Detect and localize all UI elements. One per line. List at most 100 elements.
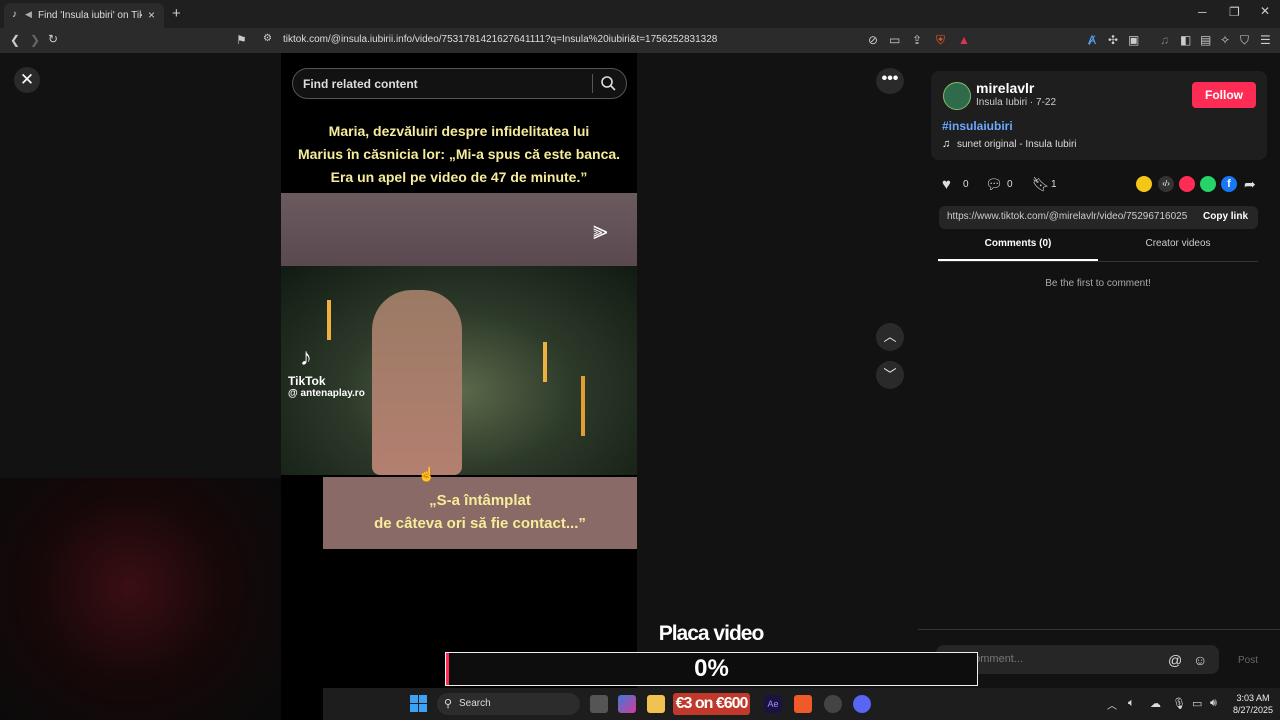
copy-link-button[interactable]: Copy link — [1203, 211, 1248, 222]
emoji-icon[interactable]: ☺ — [1193, 652, 1207, 668]
vpn-icon[interactable]: ⛉ — [1240, 33, 1249, 48]
extensions-icon[interactable]: ✣ — [1108, 33, 1118, 47]
caption-line: „S-a întâmplat — [429, 492, 531, 509]
tab-close-icon[interactable]: × — [148, 8, 155, 22]
more-icon[interactable]: ••• — [876, 68, 904, 94]
clock-date[interactable]: 8/27/2025 — [1230, 705, 1276, 715]
media-icon[interactable]: ♫ — [1160, 33, 1169, 47]
share-icon[interactable]: ➦ — [1244, 176, 1256, 193]
chevron-up-icon[interactable]: ︿ — [876, 323, 904, 351]
comment-divider — [918, 629, 1280, 630]
tabs-icon[interactable]: ▤ — [1200, 33, 1211, 47]
creator-subline: Insula Iubiri · 7-22 — [976, 97, 1057, 108]
file-explorer-icon[interactable] — [647, 695, 665, 713]
mic-icon[interactable]: 🎙︎ — [1172, 697, 1186, 710]
whatsapp-icon[interactable] — [1200, 176, 1216, 192]
brave-rewards-icon[interactable]: ▲ — [958, 33, 970, 47]
window-close-icon[interactable]: ✕ — [1260, 4, 1270, 18]
wallet-icon[interactable]: ▣ — [1128, 33, 1139, 47]
task-view-icon[interactable] — [590, 695, 608, 713]
copilot-icon[interactable] — [618, 695, 636, 713]
tab-comments[interactable]: Comments (0) — [938, 238, 1098, 249]
menu-icon[interactable]: ☰ — [1260, 33, 1271, 47]
tray-chevron-icon[interactable]: ︿ — [1107, 697, 1117, 712]
chevron-down-icon[interactable]: ﹀ — [876, 361, 904, 389]
brave-browser-icon[interactable] — [794, 695, 812, 713]
like-count: 0 — [963, 179, 969, 190]
after-effects-icon[interactable]: Ae — [764, 695, 782, 713]
music-icon: ♫ — [942, 138, 951, 150]
display-icon[interactable]: ▭ — [1192, 697, 1202, 710]
audio-icon: ◀ — [25, 9, 32, 19]
taskbar-search[interactable]: ⚲ Search — [437, 693, 580, 715]
url-text[interactable]: tiktok.com/@insula.iubirii.info/video/75… — [283, 34, 717, 45]
search-icon: ⚲ — [444, 698, 453, 710]
empty-comments-text: Be the first to comment! — [1045, 278, 1151, 289]
video-frame-band: ⫸ — [281, 193, 637, 266]
progress-text: 0% — [694, 655, 729, 682]
search-icon[interactable] — [600, 75, 616, 91]
close-icon[interactable]: ✕ — [14, 67, 40, 93]
windows-start-icon[interactable] — [410, 695, 427, 712]
brave-shield-icon[interactable]: ⛨ — [936, 33, 945, 48]
save-count: 1 — [1051, 179, 1057, 190]
cursor-icon: ☝ — [418, 466, 436, 482]
video-caption-top: Maria, dezvăluiri despre infidelitatea l… — [281, 120, 637, 189]
video-caption-bottom: „S-a întâmplat de câteva ori să fie cont… — [323, 489, 637, 535]
discord-icon[interactable] — [853, 695, 871, 713]
torch-icon — [581, 376, 585, 436]
tab-divider — [938, 261, 1258, 262]
site-info-icon[interactable]: ⚙ — [263, 33, 272, 44]
caption-line: Marius în căsnicia lor: „Mi-a spus că es… — [297, 146, 621, 162]
browser-tab[interactable]: ♪ ◀ Find 'Insula iubiri' on TikTok | × — [4, 3, 164, 28]
tab-creator-videos[interactable]: Creator videos — [1098, 238, 1258, 249]
network-icon[interactable]: ☁ — [1150, 697, 1161, 710]
cast-off-icon[interactable]: ⊘ — [868, 33, 878, 47]
speaker-icon[interactable]: 🔈︎ — [1128, 697, 1135, 710]
overlay-title: Placa video — [658, 622, 765, 645]
search-divider — [592, 74, 593, 93]
reload-icon[interactable]: ↻ — [48, 32, 58, 46]
creator-username[interactable]: mirelavlr — [976, 80, 1034, 96]
translate-icon[interactable]: Ⱥ — [1088, 33, 1096, 47]
follow-button[interactable]: Follow — [1192, 82, 1256, 108]
embed-icon[interactable]: ‹/› — [1158, 176, 1174, 192]
taskbar-promo[interactable]: €3 on €600 — [673, 693, 750, 715]
share-url[interactable]: https://www.tiktok.com/@mirelavlr/video/… — [947, 211, 1187, 222]
caption-line: de câteva ori să fie contact...” — [374, 515, 586, 532]
tab-title: Find 'Insula iubiri' on TikTok | — [38, 10, 142, 21]
forward-icon[interactable]: ❯ — [30, 33, 40, 47]
post-button[interactable]: Post — [1238, 655, 1258, 666]
torch-icon — [327, 300, 331, 340]
friends-share-icon[interactable] — [1136, 176, 1152, 192]
screen-icon[interactable]: ▭ — [889, 33, 900, 47]
leo-ai-icon[interactable]: ✧ — [1220, 33, 1230, 47]
browser-tab-bar: ♪ ◀ Find 'Insula iubiri' on TikTok | × +… — [0, 0, 1280, 28]
share-page-icon[interactable]: ⇪ — [912, 33, 922, 47]
antena-logo-icon: ⫸ — [593, 215, 608, 245]
volume-tray-icon[interactable]: 🔊︎ — [1210, 697, 1217, 710]
sidebar-icon[interactable]: ◧ — [1180, 33, 1191, 47]
new-tab-icon[interactable]: + — [172, 5, 181, 22]
send-share-icon[interactable] — [1179, 176, 1195, 192]
facebook-icon[interactable]: f — [1221, 176, 1237, 192]
comment-icon[interactable]: 💬︎ — [985, 176, 1003, 193]
maximize-icon[interactable]: ❐ — [1229, 5, 1240, 19]
bookmark-icon[interactable]: 🔖︎ — [1032, 176, 1050, 193]
heart-icon[interactable]: ♥ — [942, 176, 951, 193]
ambient-glow — [0, 478, 323, 720]
sound-link[interactable]: sunet original - Insula Iubiri — [957, 139, 1077, 150]
person-in-video — [372, 290, 462, 475]
minimize-icon[interactable]: ─ — [1198, 5, 1207, 19]
bookmark-page-icon[interactable]: ⚑ — [236, 33, 247, 47]
clock-time[interactable]: 3:03 AM — [1230, 693, 1276, 703]
at-icon[interactable]: @ — [1168, 652, 1182, 668]
hashtag-link[interactable]: #insulaiubiri — [942, 119, 1013, 133]
address-bar: ❮ ❯ ↻ ⚑ ⚙ tiktok.com/@insula.iubirii.inf… — [0, 28, 1280, 53]
tiktok-logo-icon: ♪ — [300, 344, 312, 371]
avatar[interactable] — [943, 82, 971, 110]
steam-icon[interactable] — [824, 695, 842, 713]
search-input[interactable]: Find related content — [292, 68, 627, 99]
torch-icon — [543, 342, 547, 382]
back-icon[interactable]: ❮ — [10, 33, 20, 47]
